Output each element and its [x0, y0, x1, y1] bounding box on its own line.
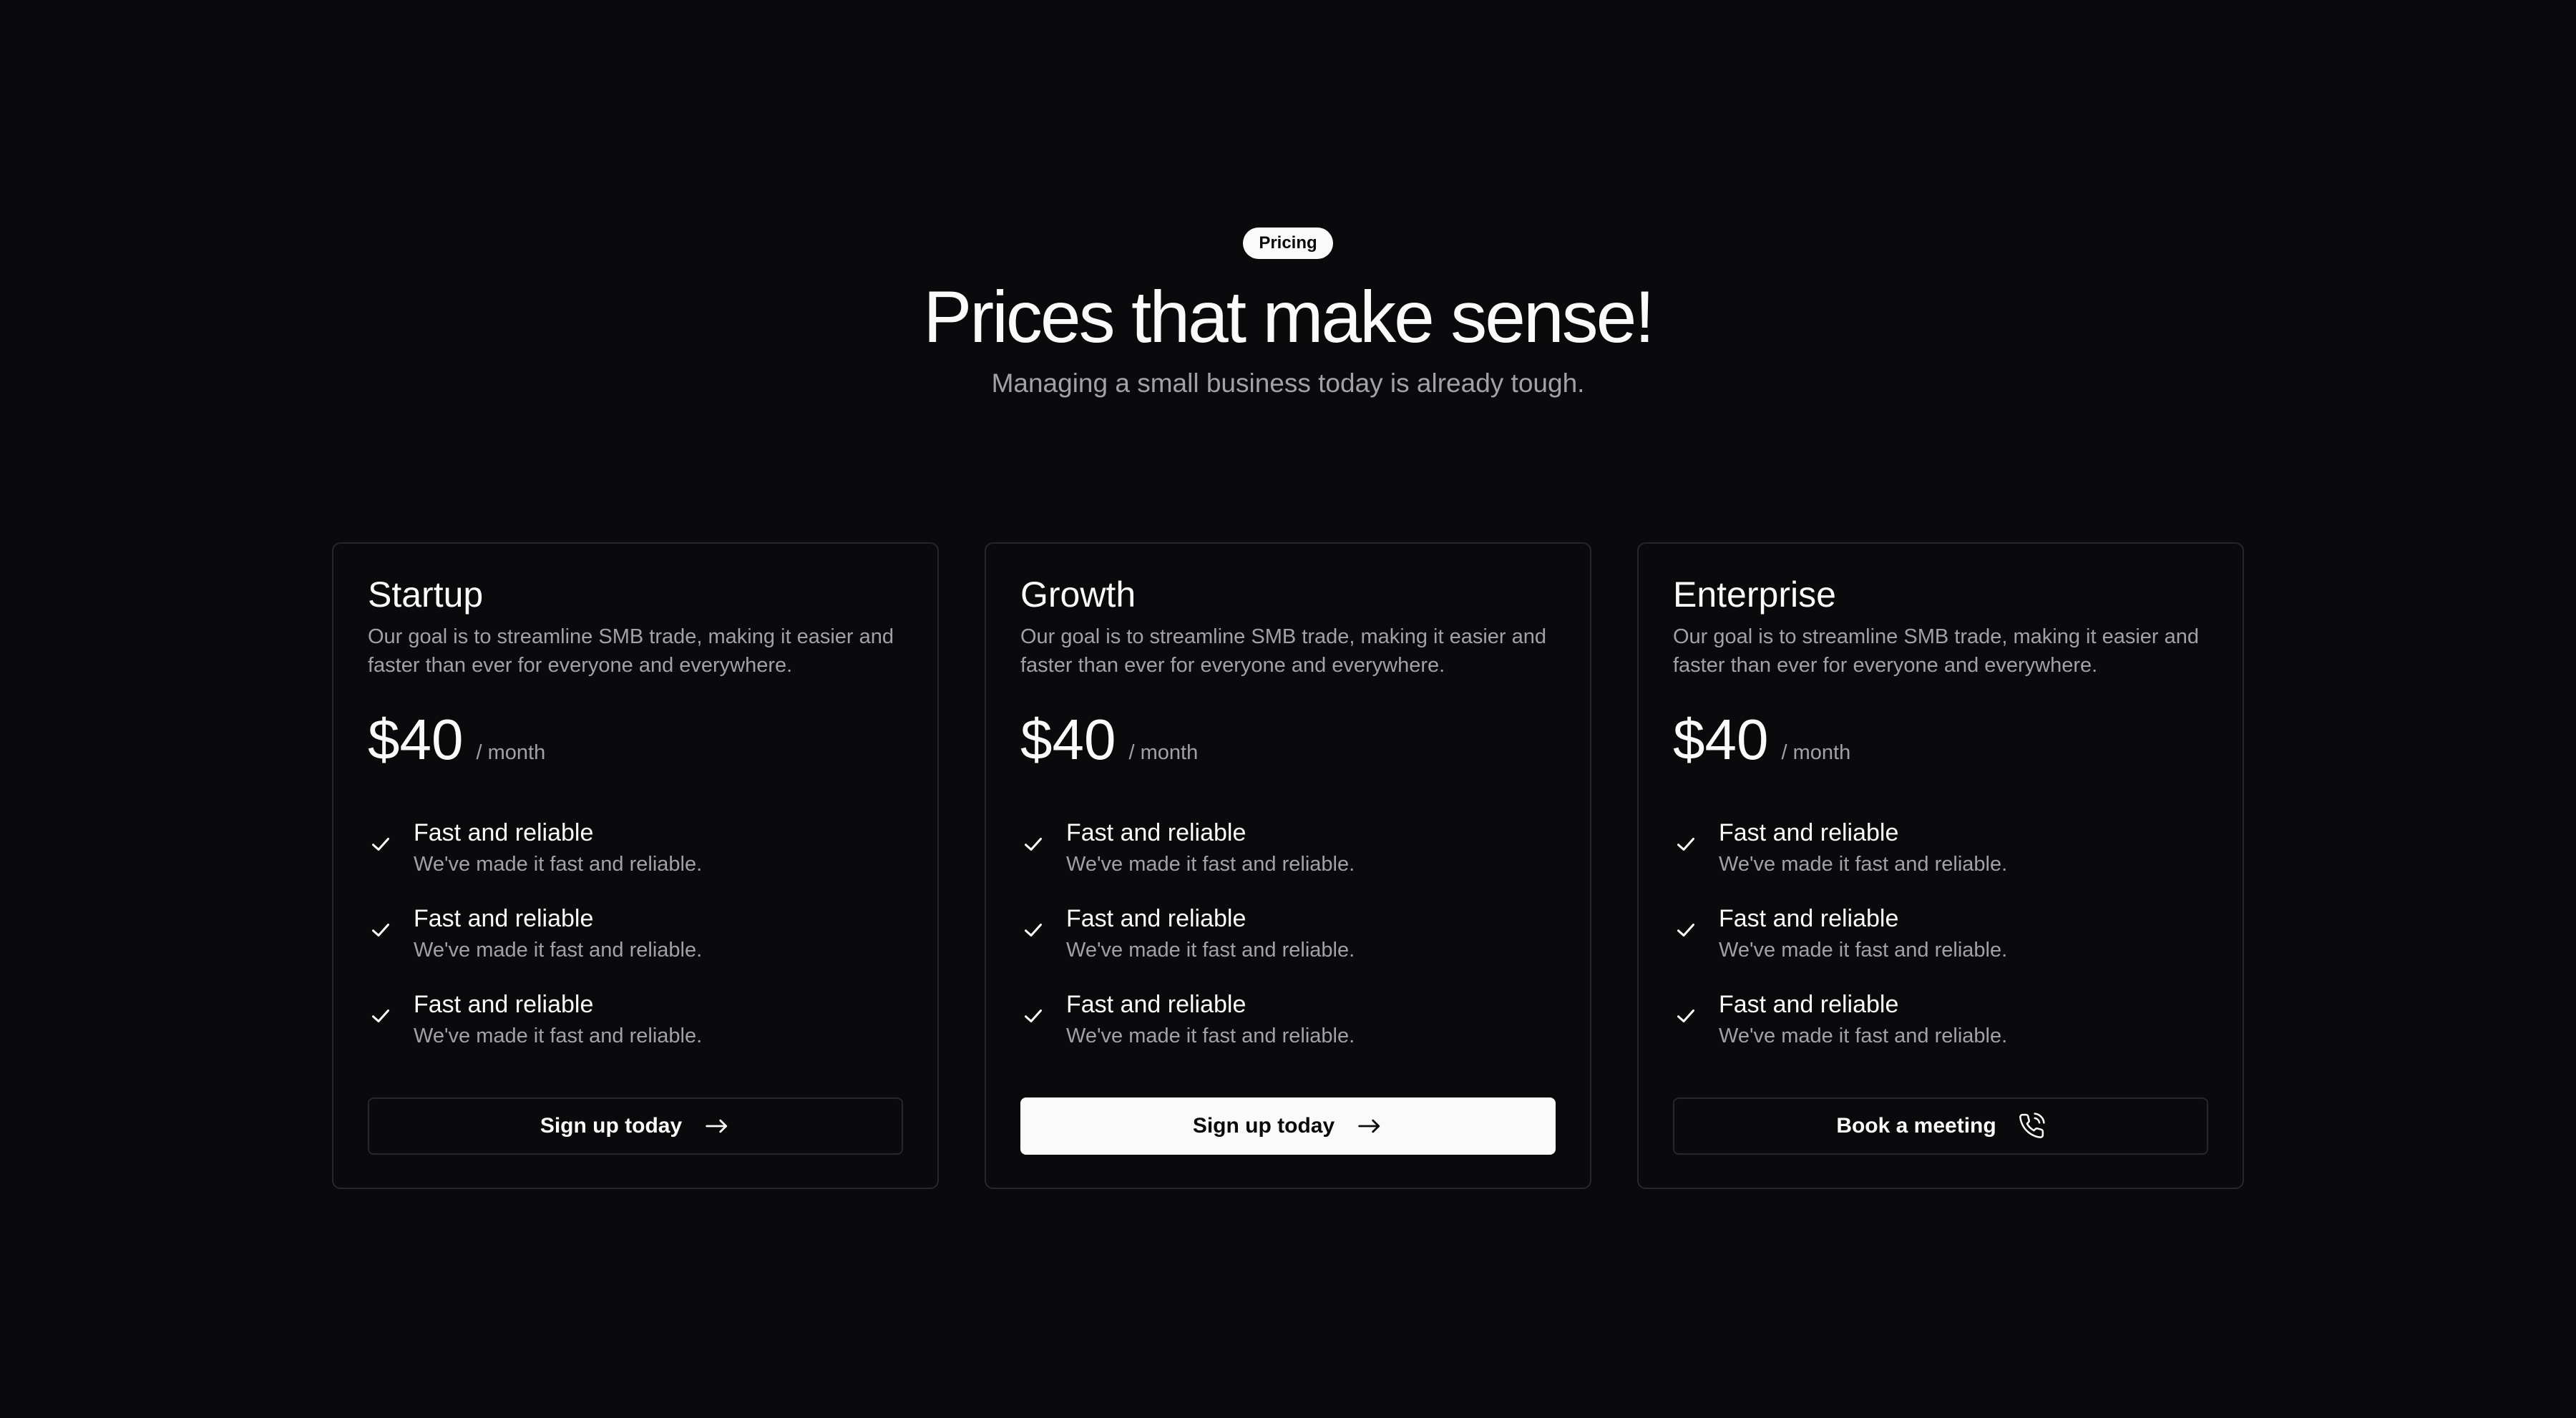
feature-list: Fast and reliable We've made it fast and… [1020, 817, 1556, 1075]
price-row: $40 / month [368, 710, 903, 770]
price-row: $40 / month [1673, 710, 2208, 770]
feature-subtitle: We've made it fast and reliable. [414, 853, 703, 876]
check-icon [1025, 1009, 1042, 1022]
pricing-badge: Pricing [1243, 228, 1333, 259]
feature-item: Fast and reliable We've made it fast and… [1020, 989, 1556, 1075]
feature-subtitle: We've made it fast and reliable. [1719, 939, 2008, 962]
plan-name: Growth [1020, 574, 1136, 615]
check-icon [372, 924, 389, 937]
pricing-page: Pricing Prices that make sense! Managing… [0, 0, 2576, 1418]
plan-period: / month [1781, 741, 1851, 764]
feature-item: Fast and reliable We've made it fast and… [1020, 817, 1556, 903]
feature-item: Fast and reliable We've made it fast and… [1020, 903, 1556, 989]
feature-subtitle: We've made it fast and reliable. [1066, 853, 1355, 876]
plan-name: Enterprise [1673, 574, 1836, 615]
feature-item: Fast and reliable We've made it fast and… [368, 989, 903, 1075]
feature-subtitle: We've made it fast and reliable. [414, 1025, 703, 1047]
feature-title: Fast and reliable [414, 905, 594, 932]
feature-item: Fast and reliable We've made it fast and… [1673, 903, 2208, 989]
plan-card-growth: Growth Our goal is to streamline SMB tra… [985, 542, 1591, 1189]
feature-title: Fast and reliable [1719, 905, 1899, 932]
plan-price: $40 [1673, 708, 1769, 771]
check-icon [1677, 924, 1694, 937]
feature-item: Fast and reliable We've made it fast and… [1673, 989, 2208, 1075]
plan-card-startup: Startup Our goal is to streamline SMB tr… [332, 542, 939, 1189]
feature-title: Fast and reliable [1066, 819, 1246, 846]
feature-title: Fast and reliable [1066, 991, 1246, 1018]
sign-up-button[interactable]: Sign up today [368, 1097, 903, 1155]
cta-label: Sign up today [1192, 1114, 1335, 1138]
sign-up-button-primary[interactable]: Sign up today [1020, 1097, 1556, 1155]
plan-description: Our goal is to streamline SMB trade, mak… [1020, 625, 1546, 677]
feature-subtitle: We've made it fast and reliable. [1719, 853, 2008, 876]
cta-label: Book a meeting [1836, 1114, 1996, 1138]
check-icon [372, 1009, 389, 1022]
plan-price: $40 [1020, 708, 1116, 771]
feature-subtitle: We've made it fast and reliable. [1066, 939, 1355, 962]
check-icon [1025, 924, 1042, 937]
pricing-cards: Startup Our goal is to streamline SMB tr… [332, 542, 2244, 1189]
feature-item: Fast and reliable We've made it fast and… [368, 903, 903, 989]
feature-item: Fast and reliable We've made it fast and… [368, 817, 903, 903]
plan-description: Our goal is to streamline SMB trade, mak… [368, 625, 894, 677]
arrow-right-icon [706, 1119, 728, 1133]
feature-list: Fast and reliable We've made it fast and… [368, 817, 903, 1075]
cta-label: Sign up today [540, 1114, 683, 1138]
page-subtitle: Managing a small business today is alrea… [991, 368, 1585, 398]
feature-title: Fast and reliable [414, 819, 594, 846]
feature-subtitle: We've made it fast and reliable. [414, 939, 703, 962]
phone-call-icon [2019, 1113, 2045, 1138]
check-icon [1677, 838, 1694, 851]
pricing-header: Pricing Prices that make sense! Managing… [0, 228, 2576, 401]
feature-subtitle: We've made it fast and reliable. [1066, 1025, 1355, 1047]
plan-price: $40 [368, 708, 464, 771]
plan-name: Startup [368, 574, 484, 615]
feature-title: Fast and reliable [1719, 819, 1899, 846]
book-meeting-button[interactable]: Book a meeting [1673, 1097, 2208, 1155]
feature-list: Fast and reliable We've made it fast and… [1673, 817, 2208, 1075]
feature-title: Fast and reliable [1066, 905, 1246, 932]
feature-subtitle: We've made it fast and reliable. [1719, 1025, 2008, 1047]
arrow-right-icon [1358, 1119, 1380, 1133]
page-title: Prices that make sense! [923, 276, 1654, 358]
plan-period: / month [476, 741, 546, 764]
plan-card-enterprise: Enterprise Our goal is to streamline SMB… [1637, 542, 2244, 1189]
plan-description: Our goal is to streamline SMB trade, mak… [1673, 625, 2199, 677]
feature-text: Fast and reliable We've made it fast and… [1719, 817, 2007, 880]
check-icon [1677, 1009, 1694, 1022]
feature-item: Fast and reliable We've made it fast and… [1673, 817, 2208, 903]
feature-text: Fast and reliable We've made it fast and… [1066, 817, 1355, 880]
check-icon [1025, 838, 1042, 851]
check-icon [372, 838, 389, 851]
price-row: $40 / month [1020, 710, 1556, 770]
feature-text: Fast and reliable We've made it fast and… [414, 903, 702, 966]
feature-text: Fast and reliable We've made it fast and… [414, 817, 702, 880]
feature-title: Fast and reliable [414, 991, 594, 1018]
feature-text: Fast and reliable We've made it fast and… [1719, 989, 2007, 1052]
feature-text: Fast and reliable We've made it fast and… [1066, 989, 1355, 1052]
feature-text: Fast and reliable We've made it fast and… [1066, 903, 1355, 966]
plan-period: / month [1128, 741, 1199, 764]
feature-text: Fast and reliable We've made it fast and… [1719, 903, 2007, 966]
feature-title: Fast and reliable [1719, 991, 1899, 1018]
feature-text: Fast and reliable We've made it fast and… [414, 989, 702, 1052]
